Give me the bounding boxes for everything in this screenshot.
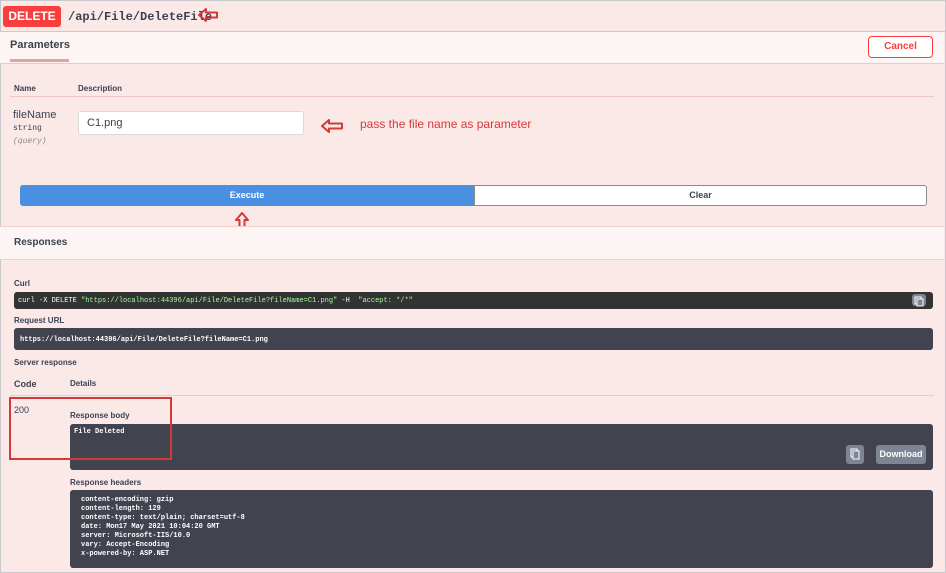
details-header: Details xyxy=(70,379,97,388)
header-line: x-powered-by: ASP.NET xyxy=(81,550,170,558)
left-arrow-icon xyxy=(320,119,344,138)
response-body-block xyxy=(70,424,933,470)
response-headers-label: Response headers xyxy=(70,478,142,487)
curl-command[interactable]: curl -X DELETE "https://localhost:44396/… xyxy=(18,297,413,305)
table-divider xyxy=(10,96,934,97)
copy-icon[interactable] xyxy=(912,294,926,307)
curl-accept: "accept: */*" xyxy=(354,297,413,305)
response-table-divider xyxy=(10,395,934,396)
left-arrow-icon xyxy=(197,8,219,27)
http-method-badge: DELETE xyxy=(3,6,61,27)
param-type: string xyxy=(13,124,42,133)
param-location: (query) xyxy=(13,137,47,146)
header-line: server: Microsoft-IIS/10.0 xyxy=(81,532,191,540)
curl-url: "https://localhost:44396/api/File/Delete… xyxy=(81,297,338,305)
header-line: date: Mon17 May 2021 10:04:20 GMT xyxy=(81,523,220,531)
curl-header-flag: -H xyxy=(337,297,355,305)
copy-icon[interactable] xyxy=(846,445,864,464)
code-header: Code xyxy=(14,379,37,389)
responses-title: Responses xyxy=(14,237,68,248)
highlight-box xyxy=(9,397,172,460)
cancel-button[interactable]: Cancel xyxy=(868,36,933,58)
annotation-note: pass the file name as parameter xyxy=(360,117,532,131)
column-header-name: Name xyxy=(14,84,36,93)
request-url-label: Request URL xyxy=(14,316,65,325)
header-line: content-length: 129 xyxy=(81,505,161,513)
header-line: content-encoding: gzip xyxy=(81,496,174,504)
curl-prefix: curl -X DELETE xyxy=(18,297,82,305)
download-button[interactable]: Download xyxy=(876,445,926,464)
request-url[interactable]: https://localhost:44396/api/File/DeleteF… xyxy=(20,336,268,344)
operation-panel xyxy=(0,0,946,573)
response-headers[interactable]: content-encoding: gzip content-length: 1… xyxy=(81,496,245,559)
clear-button[interactable]: Clear xyxy=(474,185,927,206)
responses-bar xyxy=(0,226,944,260)
header-line: content-type: text/plain; charset=utf-8 xyxy=(81,514,245,522)
tab-parameters[interactable]: Parameters xyxy=(10,39,70,57)
column-header-description: Description xyxy=(78,84,123,93)
header-line: vary: Accept-Encoding xyxy=(81,541,170,549)
param-name: fileName xyxy=(13,109,57,121)
parameters-bar xyxy=(0,32,944,64)
server-response-label: Server response xyxy=(14,358,77,367)
execute-button[interactable]: Execute xyxy=(20,185,474,206)
filename-input[interactable]: C1.png xyxy=(78,111,304,135)
tab-active-indicator xyxy=(10,59,69,62)
curl-label: Curl xyxy=(14,279,30,288)
endpoint-path[interactable]: /api/File/DeleteFile xyxy=(68,10,212,24)
